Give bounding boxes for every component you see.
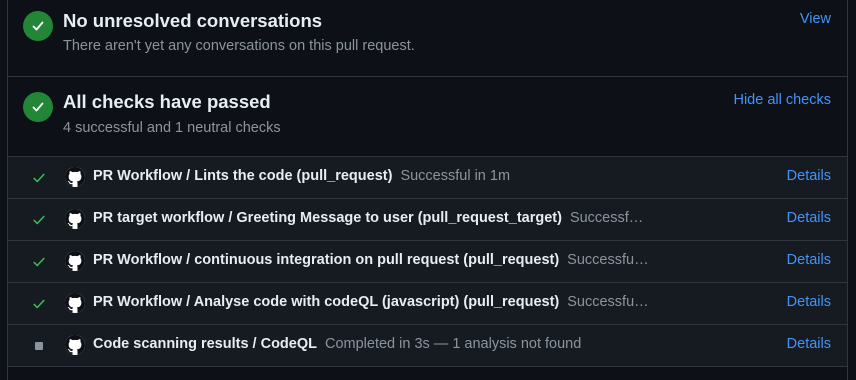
conversations-title: No unresolved conversations: [63, 10, 323, 31]
check-row: PR target workflow / Greeting Message to…: [8, 199, 847, 241]
neutral-square-icon: [31, 338, 47, 354]
check-row: PR Workflow / continuous integration on …: [8, 241, 847, 283]
check-status-text: Completed in 3s — 1 analysis not found: [324, 336, 582, 352]
github-icon: [65, 167, 85, 187]
check-icon: [31, 254, 47, 270]
checks-title: All checks have passed: [63, 91, 271, 112]
conversations-subtitle: There aren't yet any conversations on th…: [63, 38, 415, 54]
details-link[interactable]: Details: [787, 336, 831, 352]
check-status-text: Successful in 1m: [400, 168, 511, 184]
github-icon: [65, 209, 85, 229]
github-icon: [65, 293, 85, 313]
github-icon: [65, 251, 85, 271]
check-name: PR Workflow / Analyse code with codeQL (…: [93, 294, 560, 310]
details-link[interactable]: Details: [787, 168, 831, 184]
details-link[interactable]: Details: [787, 252, 831, 268]
details-link[interactable]: Details: [787, 210, 831, 226]
view-conversations-link[interactable]: View: [800, 11, 831, 27]
check-circle-icon: [23, 11, 53, 41]
check-name: PR target workflow / Greeting Message to…: [93, 210, 562, 226]
merge-box: No unresolved conversations There aren't…: [7, 0, 848, 380]
check-row: PR Workflow / Lints the code (pull_reque…: [8, 157, 847, 199]
checks-subtitle: 4 successful and 1 neutral checks: [63, 120, 281, 136]
check-status-text: Successf…: [569, 210, 644, 226]
check-icon: [31, 296, 47, 312]
check-name: Code scanning results / CodeQL: [93, 336, 317, 352]
check-list: PR Workflow / Lints the code (pull_reque…: [8, 157, 847, 367]
check-name: PR Workflow / Lints the code (pull_reque…: [93, 168, 393, 184]
checks-section: All checks have passed 4 successful and …: [8, 77, 847, 157]
check-row: PR Workflow / Analyse code with codeQL (…: [8, 283, 847, 325]
check-icon: [31, 170, 47, 186]
check-row: Code scanning results / CodeQL Completed …: [8, 325, 847, 367]
check-status-text: Successfu…: [567, 294, 649, 310]
check-name: PR Workflow / continuous integration on …: [93, 252, 560, 268]
github-icon: [65, 335, 85, 355]
conversations-section: No unresolved conversations There aren't…: [8, 0, 847, 77]
details-link[interactable]: Details: [787, 294, 831, 310]
check-circle-icon: [23, 92, 53, 122]
check-icon: [31, 212, 47, 228]
hide-all-checks-link[interactable]: Hide all checks: [733, 92, 831, 108]
check-status-text: Successfu…: [567, 252, 649, 268]
